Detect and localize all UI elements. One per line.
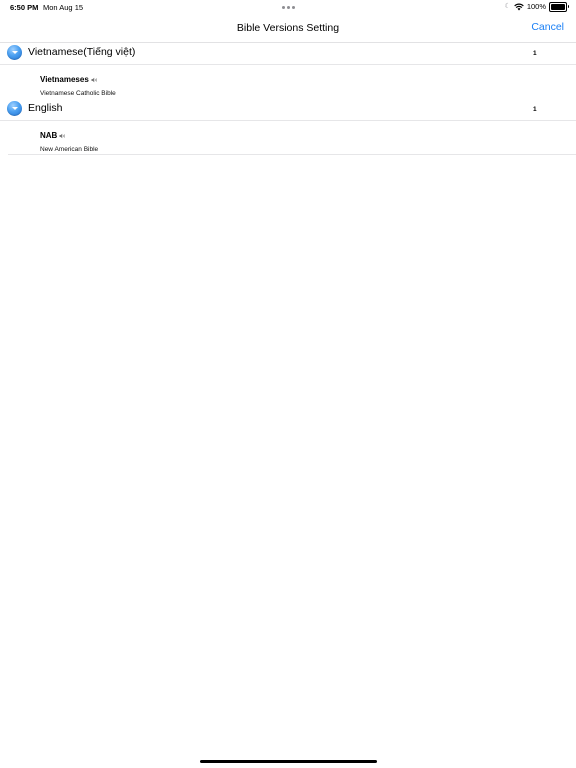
section-header-vietnamese[interactable]: Vietnamese(Tiếng việt) 1	[0, 42, 576, 65]
speaker-icon	[91, 77, 97, 82]
version-row-vietnameses[interactable]: Vietnameses Vietnamese Catholic Bible	[0, 65, 576, 99]
wifi-icon	[514, 3, 524, 11]
speaker-icon	[59, 133, 66, 138]
section-title: Vietnamese(Tiếng việt)	[28, 46, 136, 58]
screen: 6:50 PM Mon Aug 15 ☾ 100% Bible Versions…	[0, 0, 576, 768]
version-description: New American Bible	[40, 146, 99, 153]
section-count: 1	[533, 50, 537, 57]
battery-icon	[549, 2, 569, 12]
section-title: English	[28, 102, 63, 114]
page-title: Bible Versions Setting	[236, 22, 340, 34]
cancel-button[interactable]: Cancel	[531, 21, 564, 33]
version-name: Vietnameses	[40, 75, 98, 84]
section-header-english[interactable]: English 1	[0, 98, 576, 121]
do-not-disturb-icon: ☾	[504, 3, 511, 10]
status-time: 6:50 PM	[10, 3, 39, 12]
row-divider	[8, 154, 576, 155]
version-description: Vietnamese Catholic Bible	[40, 90, 116, 97]
status-indicators: ☾ 100%	[504, 2, 569, 12]
multitasking-dots-icon[interactable]	[282, 6, 295, 9]
version-name-label: Vietnameses	[40, 75, 89, 84]
chevron-down-circle-icon[interactable]	[7, 45, 22, 60]
navigation-bar: Bible Versions Setting Cancel	[0, 14, 576, 43]
status-bar: 6:50 PM Mon Aug 15 ☾ 100%	[0, 0, 576, 14]
chevron-down-circle-icon[interactable]	[7, 101, 22, 116]
status-date: Mon Aug 15	[43, 3, 84, 12]
section-count: 1	[533, 106, 537, 113]
version-name-label: NAB	[40, 131, 58, 140]
version-name: NAB	[40, 131, 66, 140]
battery-percentage: 100%	[526, 2, 546, 11]
version-row-nab[interactable]: NAB New American Bible	[0, 121, 576, 155]
home-indicator[interactable]	[200, 760, 377, 763]
